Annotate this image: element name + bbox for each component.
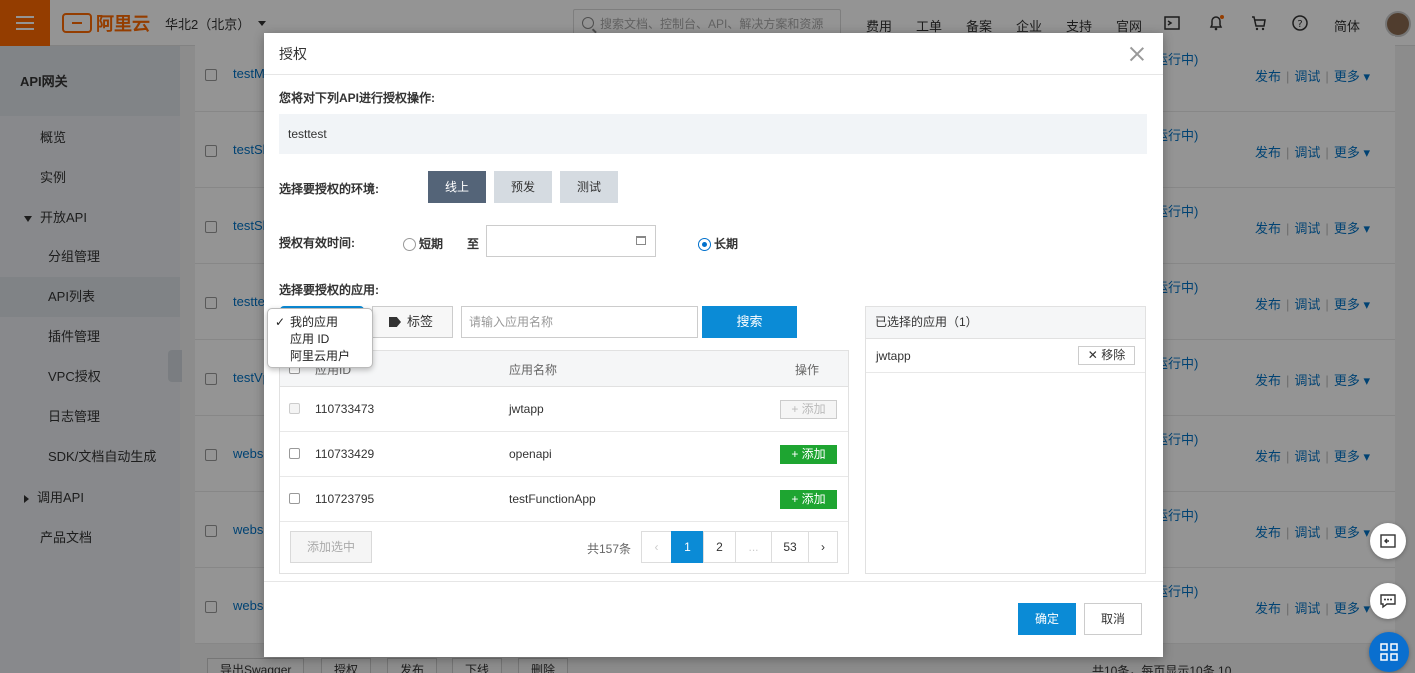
option-label: 我的应用	[290, 315, 339, 329]
table-row: 110723795 testFunctionApp + 添加	[280, 477, 848, 522]
app-name: testFunctionApp	[509, 492, 596, 506]
add-selected-button: 添加选中	[290, 531, 372, 563]
row-checkbox[interactable]	[289, 448, 300, 459]
chat-float-button[interactable]	[1370, 583, 1406, 619]
page-2-button[interactable]: 2	[703, 531, 736, 563]
page-1-button[interactable]: 1	[671, 531, 704, 563]
check-icon: ✓	[275, 315, 286, 329]
short-term-label: 短期	[419, 237, 444, 251]
add-label: 添加	[801, 402, 826, 416]
close-icon: ✕	[1087, 348, 1102, 362]
tag-filter-button[interactable]: 标签	[372, 306, 453, 338]
app-name: jwtapp	[509, 402, 544, 416]
app-label: 选择要授权的应用:	[279, 283, 379, 297]
add-label: 添加	[801, 447, 826, 461]
dialog-footer: 确定 取消	[264, 581, 1163, 657]
tag-icon	[389, 317, 401, 327]
column-header-op: 操作	[795, 363, 820, 377]
column-header-name: 应用名称	[509, 363, 558, 377]
option-label: 应用 ID	[290, 332, 330, 346]
dialog-title: 授权	[279, 46, 307, 62]
total-count: 共157条	[587, 542, 632, 556]
authorize-dialog: 授权 您将对下列API进行授权操作: testtest 选择要授权的环境: 线上…	[264, 33, 1163, 657]
long-term-radio[interactable]	[698, 238, 711, 251]
short-term-radio[interactable]	[403, 238, 416, 251]
api-name-box: testtest	[279, 114, 1147, 154]
dropdown-option-app-id[interactable]: 应用 ID	[268, 331, 372, 348]
long-term-label: 长期	[714, 237, 739, 251]
env-online-button[interactable]: 线上	[428, 171, 486, 203]
app-id: 110733429	[315, 447, 375, 461]
table-row: 110733473 jwtapp + 添加	[280, 387, 848, 432]
selected-apps-title: 已选择的应用（1）	[866, 307, 1145, 339]
feedback-float-button[interactable]	[1370, 523, 1406, 559]
row-checkbox	[289, 403, 300, 414]
env-test-button[interactable]: 测试	[560, 171, 618, 203]
prev-page-button[interactable]: ‹	[641, 531, 672, 563]
add-button-disabled: + 添加	[780, 400, 837, 419]
selected-apps-panel: 已选择的应用（1） jwtapp ✕ 移除	[865, 306, 1146, 574]
validity-label: 授权有效时间:	[279, 236, 355, 250]
pagination: ‹ 1 2 ... 53 ›	[641, 531, 838, 563]
confirm-button[interactable]: 确定	[1018, 603, 1076, 635]
end-date-input[interactable]	[486, 225, 656, 257]
add-button[interactable]: + 添加	[780, 490, 837, 509]
add-button[interactable]: + 添加	[780, 445, 837, 464]
plus-icon: +	[791, 492, 802, 506]
env-pre-button[interactable]: 预发	[494, 171, 552, 203]
grid-icon	[1380, 643, 1398, 661]
close-icon[interactable]	[1129, 46, 1145, 62]
app-type-dropdown: ✓ 我的应用 应用 ID 阿里云用户	[267, 308, 373, 368]
app-id: 110733473	[315, 402, 375, 416]
plus-icon: +	[791, 447, 802, 461]
dialog-header: 授权	[264, 33, 1163, 75]
app-name-search-input[interactable]: 请输入应用名称	[461, 306, 698, 338]
page-53-button[interactable]: 53	[771, 531, 809, 563]
env-label: 选择要授权的环境:	[279, 182, 379, 196]
panel-icon	[1380, 534, 1396, 548]
selected-app-name: jwtapp	[876, 349, 911, 363]
page-ellipsis: ...	[735, 531, 772, 563]
search-button[interactable]: 搜索	[702, 306, 797, 338]
row-checkbox[interactable]	[289, 493, 300, 504]
add-label: 添加	[801, 492, 826, 506]
remove-label: 移除	[1101, 348, 1126, 362]
app-table: 应用ID 应用名称 操作 110733473 jwtapp + 添加 11073…	[279, 350, 849, 574]
dropdown-option-my-apps[interactable]: ✓ 我的应用	[268, 314, 372, 331]
api-label: 您将对下列API进行授权操作:	[279, 91, 436, 105]
to-label: 至	[467, 237, 480, 251]
chat-icon	[1380, 594, 1396, 609]
option-label: 阿里云用户	[290, 349, 351, 363]
plus-icon: +	[791, 402, 802, 416]
selected-app-item: jwtapp ✕ 移除	[866, 339, 1145, 373]
dropdown-option-aliyun-user[interactable]: 阿里云用户	[268, 348, 372, 365]
tag-label: 标签	[407, 314, 434, 329]
cancel-button[interactable]: 取消	[1084, 603, 1142, 635]
next-page-button[interactable]: ›	[808, 531, 838, 563]
apps-float-button[interactable]	[1369, 632, 1409, 672]
table-row: 110733429 openapi + 添加	[280, 432, 848, 477]
app-id: 110723795	[315, 492, 375, 506]
calendar-icon	[636, 236, 646, 245]
app-name: openapi	[509, 447, 552, 461]
remove-button[interactable]: ✕ 移除	[1078, 346, 1135, 365]
